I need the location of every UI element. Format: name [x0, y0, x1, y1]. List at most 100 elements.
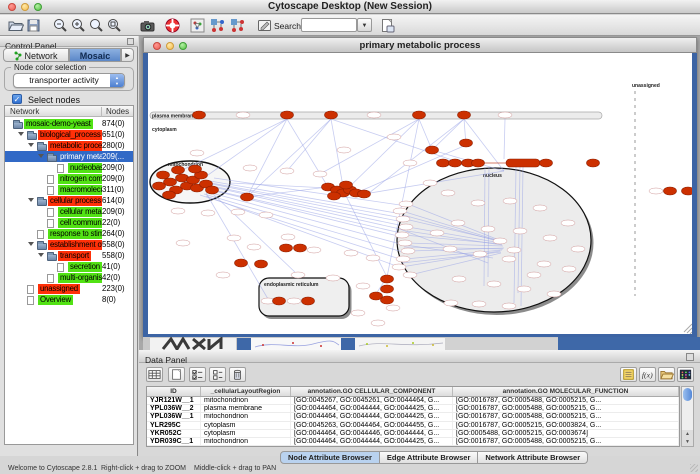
tree-row-label[interactable]: cellular process	[48, 196, 102, 206]
browser-tab[interactable]: Node Attribute Browser	[280, 451, 380, 464]
annotation-icon[interactable]	[256, 17, 273, 34]
tree-row-count: 651(0)	[102, 130, 125, 140]
maximize-button[interactable]	[34, 3, 42, 11]
save-icon[interactable]	[25, 17, 42, 34]
tree-row-label[interactable]: macromolecule	[58, 185, 102, 195]
table-row[interactable]: YLR295Ccytoplasm[GO:0045263, GO:0044464,…	[147, 422, 679, 430]
tree-row[interactable]: cell communicat22(0)	[5, 217, 133, 228]
tree-row[interactable]: nitrogen compo209(0)	[5, 173, 133, 184]
tree-row-label[interactable]: primary metabo	[58, 152, 102, 162]
tree-row[interactable]: cellular process614(0)	[5, 195, 133, 206]
close-button[interactable]	[8, 3, 16, 11]
tree-row-label[interactable]: Overview	[38, 295, 73, 305]
tree-row[interactable]: transport558(0)	[5, 250, 133, 261]
scrollbar-buttons[interactable]: ▲▼	[682, 430, 693, 446]
tree-row[interactable]: unassigned223(0)	[5, 283, 133, 294]
tree-row[interactable]: nucleobase-209(0)	[5, 162, 133, 173]
layout-icon-2[interactable]	[229, 17, 246, 34]
column-header[interactable]: ID	[147, 387, 201, 396]
window-maximize-button[interactable]	[179, 42, 187, 50]
import-folder-icon[interactable]	[658, 367, 675, 382]
table-row[interactable]: YPL036W__2plasma membrane[GO:0044464, GO…	[147, 405, 679, 413]
open-folder-icon[interactable]	[7, 17, 24, 34]
tab-network[interactable]: Network	[3, 48, 69, 62]
tree-row-label[interactable]: mosaic-demo-yeast	[24, 119, 93, 129]
zoom-out-icon[interactable]	[52, 17, 69, 34]
tree-row-label[interactable]: nitrogen compo	[58, 174, 102, 184]
browser-tab[interactable]: Edge Attribute Browser	[380, 451, 478, 464]
expander-icon[interactable]	[28, 198, 34, 202]
resize-grip[interactable]	[690, 464, 698, 472]
tree-row-label[interactable]: transport	[58, 251, 91, 261]
tree-row[interactable]: Overview8(0)	[5, 294, 133, 305]
tree-row[interactable]: establishment of lo558(0)	[5, 239, 133, 250]
window-close-button[interactable]	[153, 42, 161, 50]
zoom-fit-icon[interactable]	[106, 17, 123, 34]
expander-icon[interactable]	[18, 132, 24, 136]
expander-icon[interactable]	[38, 154, 44, 158]
tree-row[interactable]: response to stimulu264(0)	[5, 228, 133, 239]
table-row[interactable]: YDR039C__1mitochondrion[GO:0044464, GO:0…	[147, 438, 679, 446]
table-row[interactable]: YKR052Ccytoplasm[GO:0044464, GO:0044446,…	[147, 430, 679, 438]
tree-row[interactable]: secretion41(0)	[5, 261, 133, 272]
table-row[interactable]: YJR121W__1mitochondrion[GO:0045267, GO:0…	[147, 397, 679, 405]
tree-row[interactable]: metabolic process280(0)	[5, 140, 133, 151]
tree-row[interactable]: biological_process651(0)	[5, 129, 133, 140]
float-panel-icon[interactable]	[127, 38, 134, 45]
node-color-dropdown[interactable]: transporter activity ▲▼	[13, 73, 125, 88]
expander-icon[interactable]	[28, 242, 34, 246]
tree-row[interactable]: primary metabo209(...	[5, 151, 133, 162]
table-cell: mitochondrion	[201, 397, 291, 404]
tree-row-label[interactable]: cell communicat	[58, 218, 102, 228]
data-panel-float-icon[interactable]	[686, 353, 694, 361]
tree-row[interactable]: multi-organism pro42(0)	[5, 272, 133, 283]
function-icon[interactable]: f(x)	[639, 367, 656, 382]
attribute-table-icon[interactable]	[146, 367, 163, 382]
tree-row-label[interactable]: metabolic process	[48, 141, 102, 151]
notepad-icon[interactable]	[620, 367, 637, 382]
network-window-titlebar[interactable]: primary metabolic process	[143, 37, 697, 53]
column-header[interactable]: _cellularLayoutRegion	[201, 387, 291, 396]
column-header[interactable]: annotation.GO CELLULAR_COMPONENT	[291, 387, 453, 396]
help-lifesaver-icon[interactable]	[164, 17, 181, 34]
table-row[interactable]: YPL036W__1mitochondrion[GO:0044464, GO:0…	[147, 413, 679, 421]
tree-row-label[interactable]: response to stimulu	[48, 229, 102, 239]
column-header[interactable]: annotation.GO MOLECULAR_FUNCTION	[453, 387, 679, 396]
table-scrollbar[interactable]: ▲▼	[681, 386, 694, 447]
tree-row-label[interactable]: establishment of lo	[48, 240, 102, 250]
camera-icon[interactable]	[139, 17, 156, 34]
tree-row-label[interactable]: biological_process	[38, 130, 102, 140]
search-dropdown-button[interactable]: ▼	[357, 18, 372, 32]
window-minimize-button[interactable]	[166, 42, 174, 50]
import-doc-icon[interactable]	[379, 17, 396, 34]
tree-row-label[interactable]: multi-organism pro	[58, 273, 102, 283]
zoom-selected-icon[interactable]	[88, 17, 105, 34]
scrollbar-thumb[interactable]	[683, 388, 692, 401]
tab-mosaic[interactable]: Mosaic	[69, 48, 121, 62]
search-input[interactable]	[301, 18, 357, 32]
zoom-in-icon[interactable]	[70, 17, 87, 34]
select-attributes-icon[interactable]	[189, 367, 206, 382]
matrix-icon[interactable]	[677, 367, 694, 382]
delete-attribute-icon[interactable]	[229, 367, 246, 382]
tree-row-label[interactable]: nucleobase-	[68, 163, 102, 173]
expander-icon[interactable]	[38, 253, 44, 257]
tab-overflow-button[interactable]: ▶	[121, 48, 134, 62]
gene-node	[472, 159, 485, 167]
new-attribute-icon[interactable]	[168, 367, 185, 382]
layout-icon-1[interactable]	[209, 17, 226, 34]
unselect-attributes-icon[interactable]	[209, 367, 226, 382]
tree-row[interactable]: cellular metabol209(0)	[5, 206, 133, 217]
tree-row[interactable]: mosaic-demo-yeast874(0)	[5, 118, 133, 129]
expander-icon[interactable]	[28, 143, 34, 147]
tree-row-label[interactable]: secretion	[68, 262, 102, 272]
tree-row-label[interactable]: cellular metabol	[58, 207, 102, 217]
network-view-icon[interactable]	[189, 17, 206, 34]
minimize-button[interactable]	[21, 3, 29, 11]
tree-row[interactable]: macromolecule311(0)	[5, 184, 133, 195]
browser-tab[interactable]: Network Attribute Browser	[478, 451, 588, 464]
network-canvas[interactable]: plasma membranecytoplasmnucleusmitochond…	[148, 53, 692, 334]
tree-row-label[interactable]: unassigned	[38, 284, 80, 294]
select-nodes-checkbox[interactable]: ✓	[12, 94, 22, 104]
label-node	[513, 228, 527, 234]
